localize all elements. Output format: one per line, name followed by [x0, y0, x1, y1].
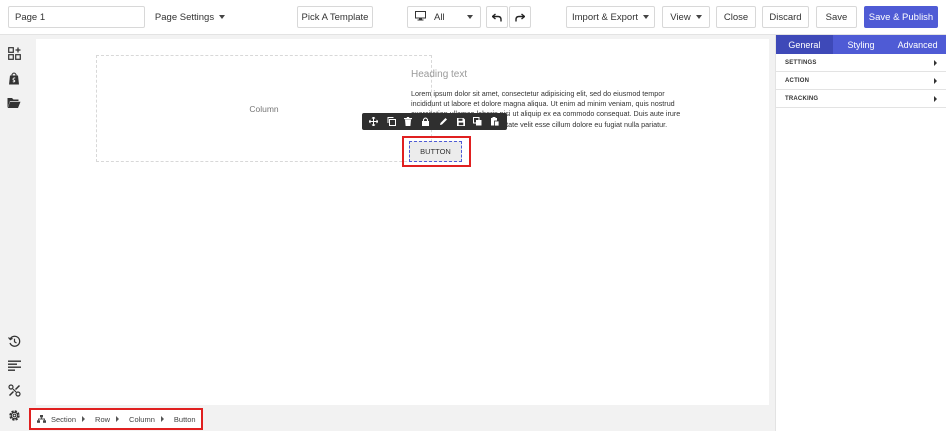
canvas-button-element[interactable]: BUTTON — [409, 141, 462, 162]
tab-advanced[interactable]: Advanced — [889, 35, 946, 54]
chevron-down-icon — [695, 15, 702, 19]
import-export-label: Import & Export — [572, 11, 638, 23]
view-dropdown[interactable]: View — [662, 6, 710, 28]
redo-icon — [515, 12, 525, 21]
device-select-label: All — [434, 11, 445, 23]
properties-panel: General Styling Advanced SETTINGS ACTION… — [775, 35, 946, 431]
device-select[interactable]: All — [407, 6, 481, 28]
copy-style-icon[interactable] — [469, 113, 486, 130]
chevron-down-icon — [467, 15, 473, 19]
sitemap-icon — [37, 415, 46, 423]
section-tracking-label: TRACKING — [785, 95, 819, 102]
editor-canvas: Column Heading text Lorem ipsum dolor si… — [36, 39, 769, 405]
duplicate-icon[interactable] — [382, 113, 399, 130]
add-element-icon[interactable] — [7, 46, 21, 60]
element-toolbar — [362, 113, 507, 130]
breadcrumb-section[interactable]: Section — [51, 415, 76, 424]
page-settings-dropdown[interactable]: Page Settings — [152, 6, 228, 28]
heading-text[interactable]: Heading text — [411, 69, 467, 80]
tools-icon[interactable] — [7, 383, 21, 397]
caret-right-icon — [934, 59, 937, 66]
section-tracking[interactable]: TRACKING — [776, 90, 946, 108]
folder-open-icon[interactable] — [7, 96, 21, 110]
settings-gear-icon[interactable] — [7, 408, 21, 422]
view-label: View — [670, 11, 691, 23]
tab-styling[interactable]: Styling — [833, 35, 890, 54]
page-settings-label: Page Settings — [154, 11, 215, 23]
discard-button[interactable]: Discard — [762, 6, 809, 28]
shopify-bag-icon[interactable] — [7, 71, 21, 85]
move-icon[interactable] — [365, 113, 382, 130]
section-settings-label: SETTINGS — [785, 59, 817, 66]
empty-column[interactable]: Column — [96, 55, 432, 162]
undo-icon — [492, 12, 502, 21]
redo-button[interactable] — [509, 6, 531, 28]
breadcrumb: Section Row Column Button — [29, 408, 203, 430]
section-action-label: ACTION — [785, 77, 810, 84]
breadcrumb-button[interactable]: Button — [174, 415, 196, 424]
top-toolbar: Page Settings Pick A Template All Import… — [0, 0, 946, 35]
column-placeholder-label: Column — [249, 103, 279, 114]
section-settings[interactable]: SETTINGS — [776, 54, 946, 72]
left-sidebar — [0, 36, 28, 431]
save-button[interactable]: Save — [816, 6, 857, 28]
chevron-down-icon — [643, 15, 649, 19]
breadcrumb-column[interactable]: Column — [129, 415, 155, 424]
save-publish-button[interactable]: Save & Publish — [864, 6, 938, 28]
caret-right-icon — [116, 416, 120, 422]
tab-general[interactable]: General — [776, 35, 833, 54]
selected-button-highlight: BUTTON — [402, 136, 471, 167]
section-action[interactable]: ACTION — [776, 72, 946, 90]
breadcrumb-row[interactable]: Row — [95, 415, 110, 424]
close-button[interactable]: Close — [716, 6, 756, 28]
import-export-dropdown[interactable]: Import & Export — [566, 6, 655, 28]
trash-icon[interactable] — [400, 113, 417, 130]
caret-right-icon — [160, 416, 164, 422]
caret-right-icon — [934, 77, 937, 84]
desktop-icon — [415, 10, 426, 24]
save-element-icon[interactable] — [452, 113, 469, 130]
chevron-down-icon — [219, 15, 226, 19]
undo-button[interactable] — [486, 6, 508, 28]
lock-icon[interactable] — [417, 113, 434, 130]
layers-list-icon[interactable] — [7, 358, 21, 372]
edit-pencil-icon[interactable] — [435, 113, 452, 130]
caret-right-icon — [934, 95, 937, 102]
paste-icon[interactable] — [487, 113, 504, 130]
history-icon[interactable] — [7, 334, 21, 348]
pick-template-button[interactable]: Pick A Template — [297, 6, 373, 28]
page-name-input[interactable] — [8, 6, 145, 28]
caret-right-icon — [82, 416, 86, 422]
panel-tabs: General Styling Advanced — [776, 35, 946, 54]
